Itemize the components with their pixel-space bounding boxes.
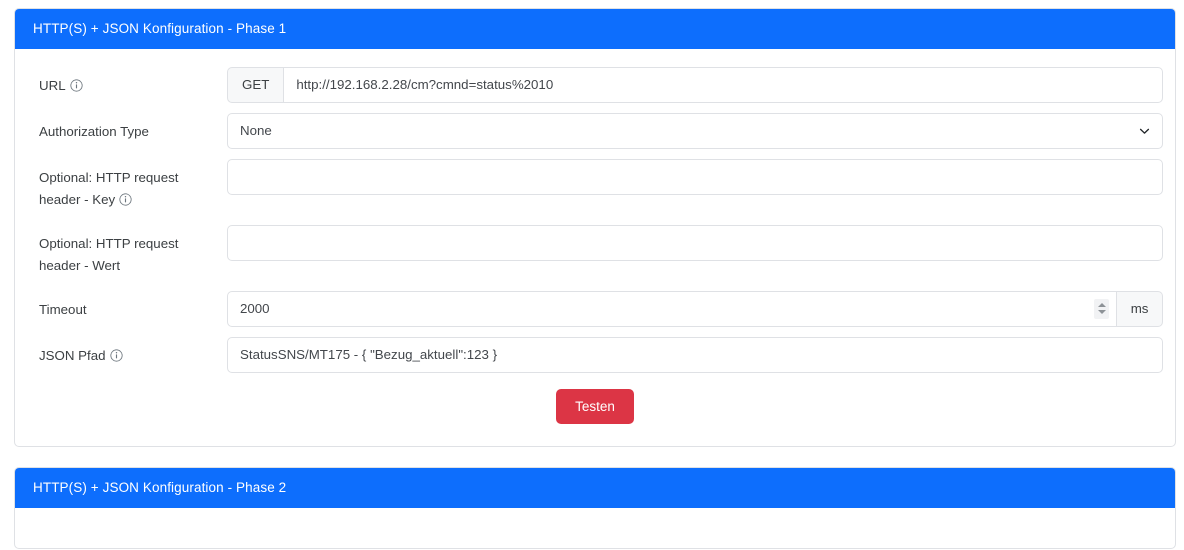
card-spacer [8, 447, 1170, 467]
label-json-path: JSON Pfad [27, 337, 227, 367]
number-stepper-icon[interactable] [1094, 298, 1110, 319]
select-wrap-authorization-type[interactable]: None [227, 112, 1163, 149]
input-group-url: GET [227, 66, 1163, 103]
form-row-json-path: JSON Pfad [27, 336, 1163, 373]
json-path-input[interactable] [227, 336, 1163, 373]
card-body-phase-1: URL GET Authorization Type None [15, 49, 1175, 447]
card-header-phase-2: HTTP(S) + JSON Konfiguration - Phase 2 [15, 468, 1175, 508]
label-header-key-line2: header - Key [39, 189, 227, 211]
control-header-key [227, 158, 1163, 195]
form-row-timeout: Timeout ms [27, 290, 1163, 327]
control-authorization-type: None [227, 112, 1163, 149]
label-timeout: Timeout [27, 291, 227, 321]
label-header-value-line1: Optional: HTTP request [39, 235, 179, 251]
header-key-input[interactable] [227, 158, 1163, 195]
label-header-key: Optional: HTTP request header - Key [27, 159, 227, 211]
control-timeout: ms [227, 290, 1163, 327]
info-icon[interactable] [109, 348, 123, 362]
card-body-phase-2 [15, 508, 1175, 548]
authorization-type-select[interactable]: None [227, 112, 1163, 149]
card-phase-1: HTTP(S) + JSON Konfiguration - Phase 1 U… [14, 8, 1176, 448]
control-url: GET [227, 66, 1163, 103]
timeout-input[interactable] [227, 290, 1118, 327]
http-method-addon: GET [227, 66, 284, 103]
timeout-unit-addon: ms [1117, 290, 1163, 327]
info-icon[interactable] [70, 78, 83, 92]
test-button[interactable]: Testen [556, 388, 634, 425]
form-row-url: URL GET [27, 66, 1163, 103]
stepper-up-icon[interactable] [1097, 303, 1106, 307]
label-authorization-type-text: Authorization Type [39, 123, 149, 139]
url-input[interactable] [283, 66, 1163, 103]
header-value-input[interactable] [227, 224, 1163, 261]
label-url: URL [27, 67, 227, 97]
label-header-value: Optional: HTTP request header - Wert [27, 225, 227, 277]
label-timeout-text: Timeout [39, 301, 87, 317]
test-button-row: Testen [27, 388, 1163, 425]
form-row-header-value: Optional: HTTP request header - Wert [27, 224, 1163, 277]
form-row-authorization-type: Authorization Type None [27, 112, 1163, 149]
label-authorization-type: Authorization Type [27, 113, 227, 143]
form-row-header-key: Optional: HTTP request header - Key [27, 158, 1163, 211]
page-root: HTTP(S) + JSON Konfiguration - Phase 1 U… [0, 0, 1184, 550]
control-json-path [227, 336, 1163, 373]
info-icon[interactable] [119, 192, 132, 206]
input-group-timeout: ms [227, 290, 1163, 327]
card-header-phase-1: HTTP(S) + JSON Konfiguration - Phase 1 [15, 9, 1175, 49]
label-header-value-line2: header - Wert [39, 257, 121, 273]
stepper-down-icon[interactable] [1097, 310, 1106, 314]
label-header-key-line1: Optional: HTTP request [39, 169, 179, 185]
label-header-key-line2-text: header - Key [39, 191, 116, 207]
control-header-value [227, 224, 1163, 261]
label-url-text: URL [39, 77, 66, 93]
timeout-number-wrap [227, 290, 1118, 327]
label-json-path-text: JSON Pfad [39, 347, 106, 363]
card-phase-2: HTTP(S) + JSON Konfiguration - Phase 2 [14, 467, 1176, 549]
